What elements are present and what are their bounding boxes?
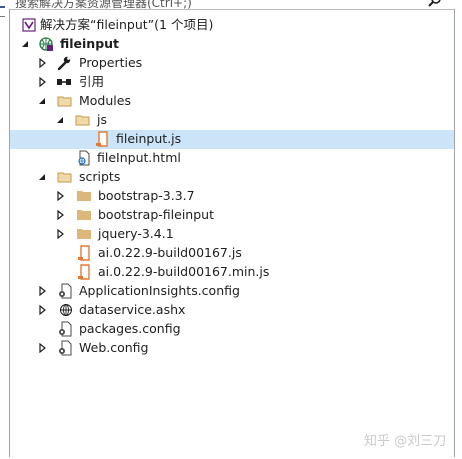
collapsed-arrow-icon[interactable]: [37, 77, 47, 87]
solution-icon: [22, 18, 36, 32]
expanded-arrow-icon[interactable]: [20, 39, 30, 49]
tree-item-packages-config[interactable]: packages.config: [10, 320, 454, 339]
tree-item-applicationinsights-config[interactable]: ApplicationInsights.config: [10, 282, 454, 301]
tree-item-label: 解决方案“fileinput”(1 个项目): [40, 17, 214, 32]
tree-item-project[interactable]: fileinput: [10, 35, 454, 54]
expanded-arrow-icon[interactable]: [37, 172, 47, 182]
tree-item-solution[interactable]: 解决方案“fileinput”(1 个项目): [10, 16, 454, 35]
tree-item-dataservice-ashx[interactable]: dataservice.ashx: [10, 301, 454, 320]
tree-item-label: fileInput.html: [97, 150, 181, 165]
tree-item-jquery-folder[interactable]: jquery-3.4.1: [10, 225, 454, 244]
tree-item-label: js: [97, 112, 107, 127]
tree-item-label: scripts: [79, 169, 121, 184]
tree-item-label: 引用: [79, 74, 105, 89]
folder-icon: [77, 191, 91, 201]
config-file-icon: [59, 283, 72, 299]
panel-border: [454, 9, 455, 457]
web-project-icon: [39, 37, 53, 51]
search-icon[interactable]: [428, 0, 442, 7]
tree-item-references[interactable]: 引用: [10, 73, 454, 92]
collapsed-arrow-icon[interactable]: [37, 343, 47, 353]
tree-item-scripts-folder[interactable]: scripts: [10, 168, 454, 187]
tree-item-label: ai.0.22.9-build00167.min.js: [98, 264, 270, 279]
javascript-file-icon: [96, 131, 108, 147]
search-input[interactable]: 搜索解决方案资源管理器(Ctrl+;): [15, 0, 192, 9]
javascript-file-icon: [78, 264, 90, 280]
collapsed-arrow-icon[interactable]: [55, 191, 65, 201]
tree-item-label: Properties: [79, 55, 143, 70]
tree-item-modules-folder[interactable]: Modules: [10, 92, 454, 111]
watermark: 知乎 @刘三刀: [364, 434, 447, 449]
folder-icon: [77, 229, 91, 239]
tree-item-label: fileinput: [60, 36, 120, 51]
tree-item-ai-js[interactable]: ai.0.22.9-build00167.js: [10, 244, 454, 263]
javascript-file-icon: [78, 245, 90, 261]
window-edge-marker: [0, 6, 5, 8]
tree-item-fileinput-html[interactable]: fileInput.html: [10, 149, 454, 168]
web-handler-icon: [60, 304, 72, 316]
tree-item-label: bootstrap-3.3.7: [98, 188, 195, 203]
config-file-icon: [59, 321, 72, 337]
tree-item-label: bootstrap-fileinput: [98, 207, 214, 222]
tree-item-fileinput-js[interactable]: fileinput.js: [10, 130, 454, 149]
collapsed-arrow-icon[interactable]: [37, 58, 47, 68]
tree-item-label: fileinput.js: [116, 131, 182, 146]
collapsed-arrow-icon[interactable]: [37, 286, 47, 296]
collapsed-arrow-icon[interactable]: [55, 229, 65, 239]
open-folder-icon: [57, 96, 72, 107]
solution-explorer-search-box[interactable]: 搜索解决方案资源管理器(Ctrl+;): [10, 0, 454, 10]
expanded-arrow-icon[interactable]: [37, 96, 47, 106]
tree-item-web-config[interactable]: Web.config: [10, 339, 454, 358]
folder-icon: [77, 210, 91, 220]
collapsed-arrow-icon[interactable]: [55, 210, 65, 220]
tree-item-js-folder[interactable]: js: [10, 111, 454, 130]
tree-item-label: Web.config: [79, 340, 149, 355]
tree-item-bootstrap-folder[interactable]: bootstrap-3.3.7: [10, 187, 454, 206]
open-folder-icon: [57, 172, 72, 183]
tree-item-label: jquery-3.4.1: [98, 226, 174, 241]
tree-item-ai-min-js[interactable]: ai.0.22.9-build00167.min.js: [10, 263, 454, 282]
tree-item-label: Modules: [79, 93, 131, 108]
tree-item-label: ApplicationInsights.config: [79, 283, 240, 298]
expanded-arrow-icon[interactable]: [55, 115, 65, 125]
references-icon: [57, 79, 71, 85]
open-folder-icon: [75, 115, 90, 126]
tree-item-bootstrap-fileinput-folder[interactable]: bootstrap-fileinput: [10, 206, 454, 225]
tree-item-properties[interactable]: Properties: [10, 54, 454, 73]
config-file-icon: [59, 340, 72, 356]
tree-item-label: packages.config: [79, 321, 181, 336]
tree-item-label: ai.0.22.9-build00167.js: [98, 245, 242, 260]
tree-item-label: dataservice.ashx: [79, 302, 186, 317]
window-edge-marker: [0, 16, 5, 17]
collapsed-arrow-icon[interactable]: [37, 305, 47, 315]
wrench-icon: [57, 56, 71, 71]
html-file-icon: [78, 150, 90, 166]
